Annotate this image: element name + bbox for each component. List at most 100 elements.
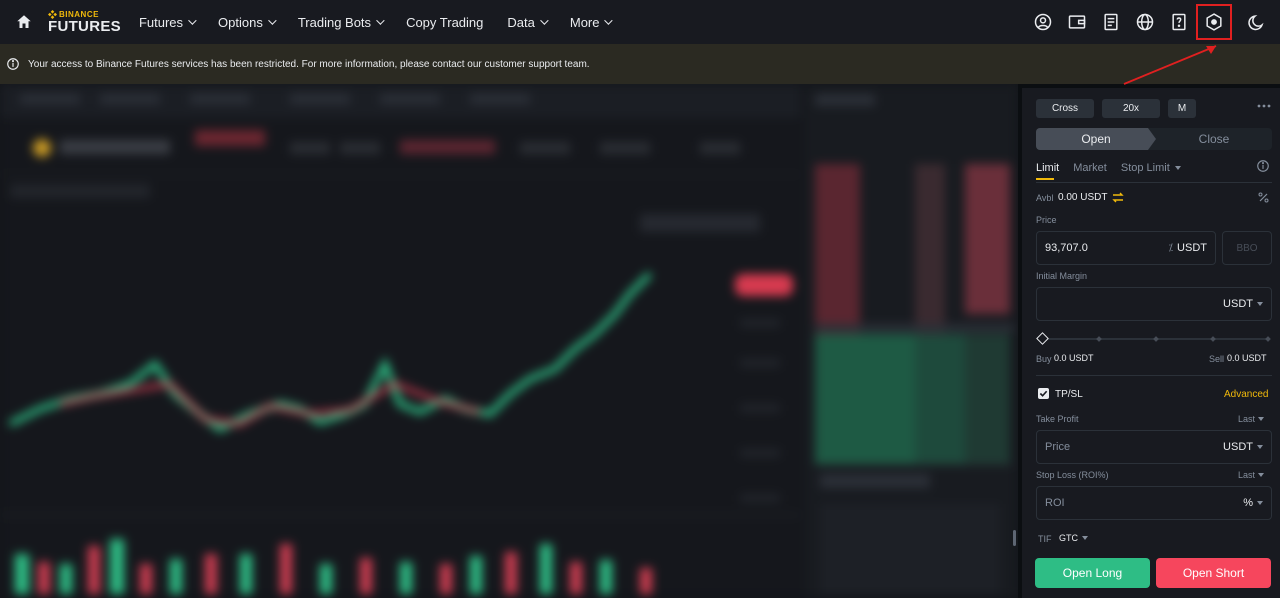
caret-down-icon (1257, 302, 1263, 306)
caret-down-icon (1257, 445, 1263, 449)
brand-line2: FUTURES (48, 18, 121, 35)
home-icon (17, 15, 31, 28)
chevron-down-icon (188, 16, 197, 25)
take-profit-label: Take Profit (1036, 414, 1079, 424)
sl-unit: % (1243, 497, 1253, 509)
theme-moon-icon[interactable] (1240, 5, 1274, 39)
open-short-button[interactable]: Open Short (1156, 558, 1271, 588)
settings-icon[interactable] (1196, 4, 1232, 40)
scrollbar[interactable] (1013, 530, 1016, 546)
open-long-button[interactable]: Open Long (1035, 558, 1150, 588)
nav-copy-trading[interactable]: Copy Trading (406, 15, 483, 30)
home-button[interactable] (0, 0, 48, 44)
asset-mode-button[interactable]: M (1168, 99, 1196, 118)
price-unit: USDT (1177, 242, 1207, 254)
chevron-down-icon (376, 16, 385, 25)
nav-more[interactable]: More (569, 14, 614, 30)
globe-icon[interactable] (1128, 5, 1162, 39)
price-input[interactable]: 93,707.0 ⁒ USDT (1036, 231, 1216, 265)
slider-handle[interactable] (1036, 332, 1049, 345)
app-root: BINANCE FUTURES Futures Options Trading … (0, 0, 1280, 598)
divider (1036, 375, 1272, 376)
chevron-down-icon (540, 16, 549, 25)
more-options-icon[interactable] (1256, 102, 1272, 110)
take-profit-input[interactable]: Price USDT (1036, 430, 1272, 464)
buy-value: 0.0 USDT (1054, 353, 1094, 363)
sell-value: 0.0 USDT (1227, 353, 1267, 363)
avbl-label: Avbl (1036, 193, 1054, 203)
tab-stop-limit[interactable]: Stop Limit (1121, 162, 1181, 174)
tab-market[interactable]: Market (1073, 162, 1107, 174)
nav-futures-label: Futures (138, 14, 184, 30)
top-nav: BINANCE FUTURES Futures Options Trading … (0, 0, 1280, 44)
nav-trading-bots-label: Trading Bots (297, 14, 372, 30)
nav-data[interactable]: Data (507, 14, 549, 30)
sl-unit-selector[interactable]: % (1243, 497, 1263, 509)
margin-mode-button[interactable]: Cross (1036, 99, 1094, 118)
wallet-icon[interactable] (1060, 5, 1094, 39)
orders-icon[interactable] (1094, 5, 1128, 39)
advanced-link[interactable]: Advanced (1224, 389, 1268, 400)
caret-down-icon (1258, 473, 1265, 477)
nav-copy-trading-label: Copy Trading (406, 14, 484, 30)
blurred-content (0, 84, 1018, 598)
percent-icon: ⁒ (1168, 242, 1174, 254)
bbo-button[interactable]: BBO (1222, 231, 1272, 265)
stop-loss-input[interactable]: ROI % (1036, 486, 1272, 520)
restriction-banner: Your access to Binance Futures services … (0, 44, 1280, 84)
banner-text: Your access to Binance Futures services … (28, 58, 590, 70)
chevron-down-icon (267, 16, 277, 25)
tif-selector[interactable]: GTC (1059, 533, 1088, 543)
checkmark-icon (1039, 390, 1048, 397)
brand-logo[interactable]: BINANCE FUTURES (48, 10, 121, 34)
take-profit-mode-label: Last (1238, 414, 1256, 424)
initial-margin-input[interactable]: USDT (1036, 287, 1272, 321)
sell-label: Sell (1209, 354, 1225, 364)
nav-trading-bots[interactable]: Trading Bots (297, 14, 385, 30)
percent-icon[interactable] (1258, 192, 1269, 203)
tab-limit[interactable]: Limit (1036, 162, 1059, 180)
chart-area-blurred (0, 84, 1018, 598)
caret-down-icon (1258, 417, 1265, 421)
stop-loss-label: Stop Loss (ROI%) (1036, 470, 1109, 480)
nav-options-label: Options (218, 14, 263, 30)
tab-stop-limit-label: Stop Limit (1120, 162, 1170, 174)
tpsl-label: TP/SL (1055, 389, 1083, 400)
open-close-toggle: Open Close (1036, 128, 1272, 150)
avbl-value: 0.00 USDT (1058, 192, 1108, 203)
nav-options[interactable]: Options (218, 14, 277, 30)
chevron-down-icon (604, 16, 614, 25)
amount-slider[interactable] (1036, 332, 1272, 346)
initial-margin-unit-selector[interactable]: USDT (1223, 298, 1263, 310)
take-profit-mode[interactable]: Last (1238, 414, 1265, 424)
tab-close[interactable]: Close (1156, 128, 1272, 150)
info-icon[interactable] (1256, 159, 1270, 173)
nav-futures[interactable]: Futures (138, 14, 197, 30)
nav-more-label: More (569, 14, 600, 30)
transfer-icon[interactable] (1112, 192, 1124, 203)
stop-loss-mode[interactable]: Last (1238, 470, 1265, 480)
leverage-button[interactable]: 20x (1102, 99, 1160, 118)
order-panel: Cross 20x M Open Close Limit Market Stop… (1022, 88, 1280, 598)
divider (1036, 182, 1272, 183)
tp-unit: USDT (1223, 441, 1253, 453)
stop-loss-mode-label: Last (1238, 470, 1256, 480)
caret-down-icon (1257, 501, 1263, 505)
buy-label: Buy (1036, 354, 1052, 364)
price-value: 93,707.0 (1045, 242, 1088, 254)
user-icon[interactable] (1026, 5, 1060, 39)
tab-open[interactable]: Open (1036, 128, 1156, 150)
tp-placeholder: Price (1045, 441, 1071, 453)
nav-data-label: Data (507, 14, 535, 30)
caret-down-icon (1174, 166, 1181, 170)
annotation-arrow (1123, 45, 1217, 85)
tpsl-checkbox[interactable] (1038, 388, 1049, 399)
tp-unit-selector[interactable]: USDT (1223, 441, 1263, 453)
tif-label: TIF (1038, 534, 1052, 544)
price-unit-group: ⁒ USDT (1169, 242, 1207, 254)
tif-value: GTC (1059, 533, 1078, 543)
nav-icons (1026, 0, 1280, 44)
order-type-tabs: Limit Market Stop Limit (1036, 158, 1272, 180)
help-icon[interactable] (1162, 5, 1196, 39)
sl-placeholder: ROI (1045, 497, 1065, 509)
